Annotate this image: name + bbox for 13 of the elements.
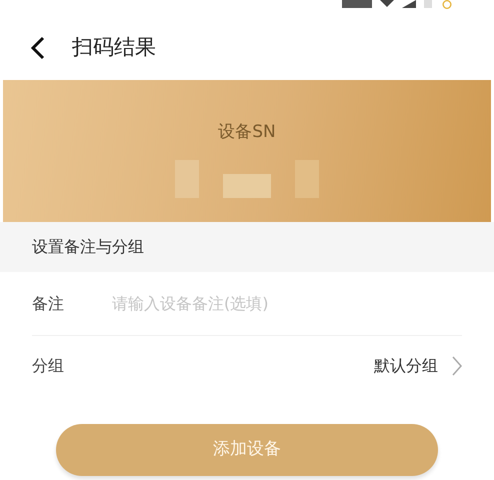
banner-label: 设备SN xyxy=(218,121,276,144)
note-input-field[interactable]: 请输入设备备注(选填) xyxy=(112,292,462,316)
group-value: 默认分组 xyxy=(374,355,438,377)
note-label: 备注 xyxy=(32,292,65,314)
group-label: 分组 xyxy=(32,355,64,377)
section-title: 设置备注与分组 xyxy=(32,236,144,258)
back-icon[interactable] xyxy=(30,36,46,60)
battery-icon xyxy=(440,0,454,9)
chevron-right-icon xyxy=(452,356,462,376)
page-title: 扫码结果 xyxy=(72,34,156,62)
wifi-icon xyxy=(380,0,394,7)
signal-icon xyxy=(402,0,416,8)
group-row[interactable]: 分组 默认分组 xyxy=(32,336,462,396)
